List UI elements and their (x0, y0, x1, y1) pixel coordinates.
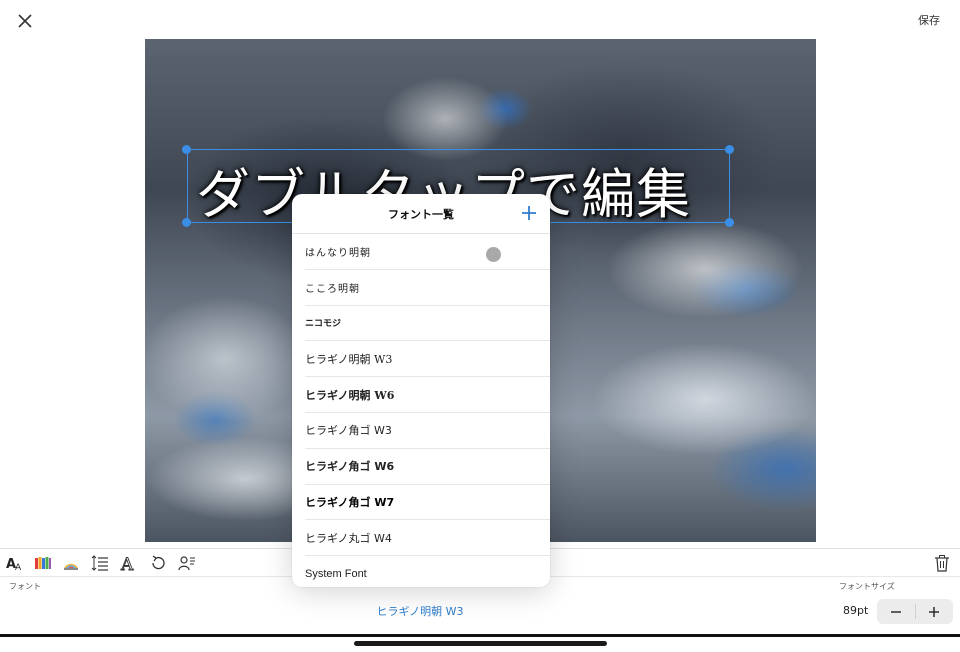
current-font-selector[interactable]: ヒラギノ明朝 W3 (320, 603, 520, 619)
touch-indicator (486, 247, 501, 262)
profile-text-icon (178, 556, 195, 571)
font-item-hiragino-kakugo-w3[interactable]: ヒラギノ角ゴ W3 (305, 413, 550, 449)
font-item-system-font[interactable]: System Font (305, 556, 550, 587)
close-button[interactable] (14, 10, 36, 32)
text-color-button[interactable] (34, 554, 52, 572)
font-item-hannari-mincho[interactable]: はんなり明朝 (305, 234, 550, 270)
font-section-label: フォント (9, 582, 41, 591)
text-color-icon (35, 557, 51, 569)
home-indicator (354, 641, 607, 646)
rotate-icon (152, 555, 165, 570)
font-size-value: 89pt (843, 604, 869, 617)
outline-text-button[interactable]: A (120, 554, 138, 576)
bottom-border (0, 634, 960, 637)
save-button[interactable]: 保存 (918, 12, 940, 28)
resize-handle-top-right[interactable] (725, 145, 734, 154)
profile-text-button[interactable] (178, 554, 196, 572)
outline-text-icon: A (120, 555, 135, 576)
line-spacing-button[interactable] (91, 554, 109, 572)
font-list-popover: フォント一覧 はんなり明朝 こころ明朝 ニコモジ ヒラギノ明朝 W3 ヒラギノ明… (292, 194, 550, 587)
font-size-label: フォントサイズ (839, 582, 895, 591)
rotate-button[interactable] (149, 554, 167, 572)
delete-button[interactable] (933, 554, 951, 572)
font-item-hiragino-kakugo-w6[interactable]: ヒラギノ角ゴ W6 (305, 449, 550, 485)
minus-icon (891, 610, 901, 613)
line-spacing-icon (91, 555, 108, 571)
font-size-stepper (877, 599, 953, 624)
trash-icon (935, 555, 949, 572)
font-list: はんなり明朝 こころ明朝 ニコモジ ヒラギノ明朝 W3 ヒラギノ明朝 W6 ヒラ… (305, 234, 550, 587)
resize-handle-top-left[interactable] (182, 145, 191, 154)
add-font-button[interactable] (520, 204, 538, 222)
font-style-icon: A A (6, 557, 22, 573)
shadow-color-button[interactable] (62, 554, 80, 572)
increase-size-button[interactable] (915, 599, 953, 624)
svg-text:A: A (120, 555, 134, 572)
plus-icon (522, 206, 536, 220)
decrease-size-button[interactable] (877, 599, 915, 624)
font-item-hiragino-mincho-w6[interactable]: ヒラギノ明朝 W6 (305, 377, 550, 413)
font-item-hiragino-kakugo-w7[interactable]: ヒラギノ角ゴ W7 (305, 485, 550, 521)
popover-arrow (412, 586, 432, 596)
resize-handle-bottom-left[interactable] (182, 218, 191, 227)
plus-icon (929, 606, 939, 617)
popover-header: フォント一覧 (292, 194, 550, 234)
resize-handle-bottom-right[interactable] (725, 218, 734, 227)
font-item-nikomoji[interactable]: ニコモジ (305, 306, 550, 342)
font-item-hiragino-mincho-w3[interactable]: ヒラギノ明朝 W3 (305, 341, 550, 378)
font-style-button[interactable]: A A (6, 554, 24, 573)
shadow-color-icon (64, 563, 78, 570)
font-item-hiragino-marugo-w4[interactable]: ヒラギノ丸ゴ W4 (305, 520, 550, 557)
popover-title: フォント一覧 (388, 208, 454, 221)
svg-text:A: A (15, 563, 22, 572)
close-icon (18, 14, 32, 28)
font-item-kokoro-mincho[interactable]: こころ明朝 (305, 270, 550, 306)
